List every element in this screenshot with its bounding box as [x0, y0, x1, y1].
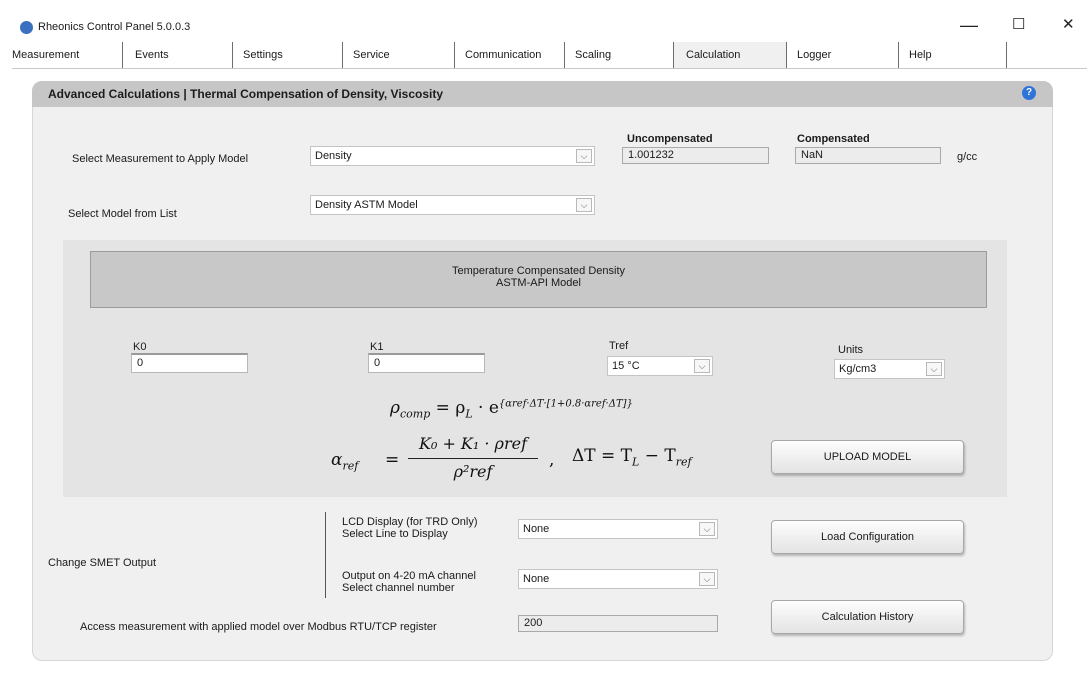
lcd-display-value: None [523, 523, 550, 535]
k1-input[interactable]: 0 [368, 353, 485, 373]
help-icon[interactable]: ? [1022, 86, 1036, 100]
tab-communication[interactable]: Communication [455, 42, 565, 68]
units-label: Units [838, 344, 864, 356]
units-select[interactable]: Kg/cm3 ⌵ [834, 359, 945, 379]
output-channel-value: None [523, 573, 550, 585]
output-channel-label: Output on 4-20 mA channel [342, 570, 476, 582]
output-channel-select[interactable]: None ⌵ [518, 569, 718, 589]
tab-scaling[interactable]: Scaling [565, 42, 674, 68]
measurement-select-value: Density [315, 150, 352, 162]
alpha-ref-label: αref [331, 450, 359, 473]
model-info-title: Temperature Compensated Density [451, 265, 626, 277]
tab-service[interactable]: Service [343, 42, 455, 68]
delta-t-formula: ΔT = TL − Tref [572, 446, 692, 469]
fraction-bar [408, 458, 538, 459]
rheonics-logo-icon [20, 21, 33, 34]
chevron-down-icon[interactable]: ⌵ [576, 149, 592, 163]
alpha-equals: = [385, 450, 400, 470]
lcd-display-select[interactable]: None ⌵ [518, 519, 718, 539]
panel-title: Advanced Calculations | Thermal Compensa… [48, 87, 444, 101]
k0-label: K0 [133, 341, 147, 353]
tab-settings[interactable]: Settings [233, 42, 343, 68]
uncompensated-value-field: 1.001232 [622, 147, 769, 164]
select-measurement-label: Select Measurement to Apply Model [72, 153, 249, 165]
compensated-value-field: NaN [795, 147, 941, 164]
select-model-label: Select Model from List [68, 208, 177, 220]
uncompensated-value: 1.001232 [628, 149, 674, 161]
tref-select-value: 15 °C [612, 360, 640, 372]
select-channel-label: Select channel number [342, 582, 455, 594]
tref-select[interactable]: 15 °C ⌵ [607, 356, 713, 376]
modbus-register-field: 200 [518, 615, 718, 632]
window-title: Rheonics Control Panel 5.0.0.3 [38, 21, 191, 33]
formula-comma: , [549, 450, 555, 470]
upload-model-button[interactable]: UPLOAD MODEL [771, 440, 964, 474]
model-select[interactable]: Density ASTM Model ⌵ [310, 195, 595, 215]
tref-label: Tref [609, 340, 629, 352]
chevron-down-icon[interactable]: ⌵ [926, 362, 942, 376]
tab-calculation[interactable]: Calculation [674, 42, 787, 68]
tab-events[interactable]: Events [125, 42, 233, 68]
change-smet-output-label: Change SMET Output [48, 557, 157, 569]
tab-measurement[interactable]: Measurement [2, 42, 123, 68]
smet-divider [325, 512, 326, 598]
density-compensation-formula: ρcomp = ρL · e{αref·ΔT·[1+0.8·αref·ΔT]} [390, 398, 633, 421]
close-button[interactable]: ✕ [1062, 16, 1075, 34]
chevron-down-icon[interactable]: ⌵ [699, 522, 715, 536]
tab-logger[interactable]: Logger [787, 42, 899, 68]
load-configuration-button[interactable]: Load Configuration [771, 520, 964, 554]
compensated-label: Compensated [797, 133, 870, 145]
calculation-history-button[interactable]: Calculation History [771, 600, 964, 634]
alpha-denominator: ρ²ref [453, 462, 493, 481]
lcd-display-label: LCD Display (for TRD Only) [342, 516, 478, 528]
maximize-button[interactable]: ☐ [1012, 16, 1025, 34]
model-select-value: Density ASTM Model [315, 199, 418, 211]
measurement-select[interactable]: Density ⌵ [310, 146, 595, 166]
lcd-line-label: Select Line to Display [342, 528, 448, 540]
density-unit-label: g/cc [957, 151, 978, 163]
title-bar [0, 0, 1087, 40]
units-select-value: Kg/cm3 [839, 363, 877, 375]
k1-value: 0 [374, 357, 381, 369]
model-info-subtitle: ASTM-API Model [496, 277, 581, 289]
k0-input[interactable]: 0 [131, 353, 248, 373]
tab-help[interactable]: Help [899, 42, 1007, 68]
uncompensated-label: Uncompensated [627, 133, 713, 145]
modbus-register-value: 200 [524, 617, 543, 629]
k1-label: K1 [370, 341, 384, 353]
tab-bar: Measurement Events Settings Service Comm… [2, 42, 1087, 69]
compensated-value: NaN [801, 149, 824, 161]
modbus-register-label: Access measurement with applied model ov… [80, 621, 437, 633]
k0-value: 0 [137, 357, 144, 369]
chevron-down-icon[interactable]: ⌵ [576, 198, 592, 212]
chevron-down-icon[interactable]: ⌵ [694, 359, 710, 373]
alpha-numerator: K₀ + K₁ · ρref [418, 434, 527, 453]
chevron-down-icon[interactable]: ⌵ [699, 572, 715, 586]
minimize-button[interactable]: — [960, 16, 978, 34]
